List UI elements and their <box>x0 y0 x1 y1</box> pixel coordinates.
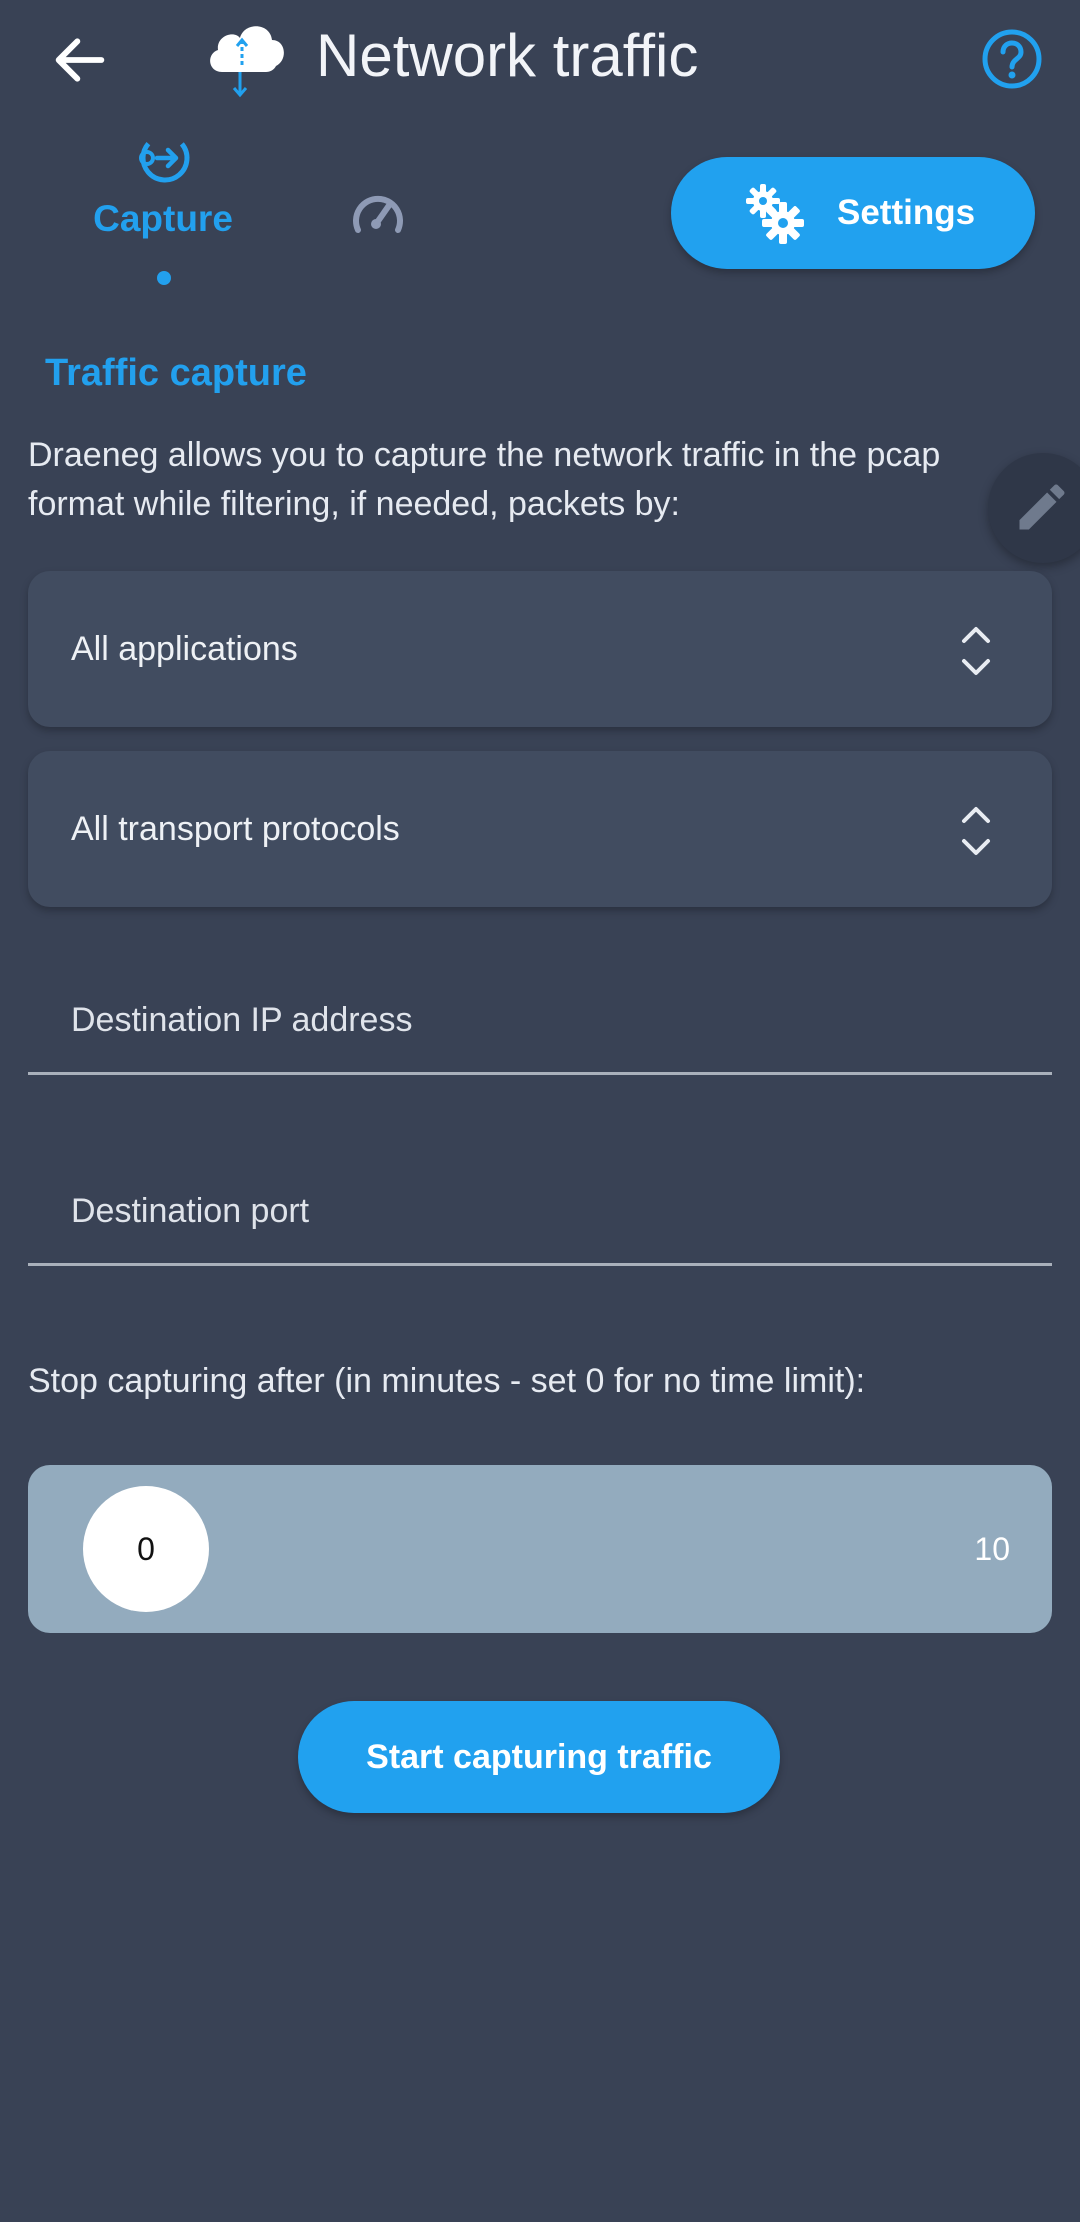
tab-selected-indicator <box>157 271 171 285</box>
duration-slider[interactable]: 0 10 <box>28 1465 1052 1633</box>
arrow-left-icon <box>55 38 105 82</box>
cloud-transfer-icon <box>200 10 290 100</box>
destination-port-field <box>28 1159 1052 1266</box>
stop-capturing-label: Stop capturing after (in minutes - set 0… <box>28 1362 866 1400</box>
destination-ip-field <box>28 968 1052 1075</box>
slider-thumb[interactable]: 0 <box>83 1486 209 1612</box>
unfold-icon <box>962 627 990 675</box>
start-capture-button[interactable]: Start capturing traffic <box>298 1701 780 1813</box>
slider-max-label: 10 <box>974 1531 1010 1567</box>
gears-icon <box>746 184 804 244</box>
application-select[interactable]: All applications <box>28 571 1052 727</box>
section-description: Draeneg allows you to capture the networ… <box>28 436 941 523</box>
help-button[interactable] <box>980 27 1044 91</box>
unfold-icon <box>962 807 990 855</box>
destination-port-input[interactable] <box>28 1159 1052 1263</box>
application-select-value: All applications <box>71 630 298 668</box>
back-button[interactable] <box>48 28 112 92</box>
settings-button[interactable]: Settings <box>671 157 1035 269</box>
protocol-select-value: All transport protocols <box>71 810 400 848</box>
section-title: Traffic capture <box>45 352 307 394</box>
speedometer-icon <box>353 195 403 233</box>
tab-speed[interactable] <box>348 186 408 246</box>
tab-capture-label: Capture <box>93 198 233 239</box>
destination-ip-input[interactable] <box>28 968 1052 1072</box>
pencil-icon <box>1019 484 1065 530</box>
help-circle-icon <box>982 29 1042 89</box>
page-title: Network traffic <box>316 22 699 89</box>
capture-icon <box>139 133 190 183</box>
protocol-select[interactable]: All transport protocols <box>28 751 1052 907</box>
settings-button-label: Settings <box>837 193 976 232</box>
tab-capture[interactable]: Capture <box>80 128 246 288</box>
edit-button[interactable] <box>988 453 1080 563</box>
